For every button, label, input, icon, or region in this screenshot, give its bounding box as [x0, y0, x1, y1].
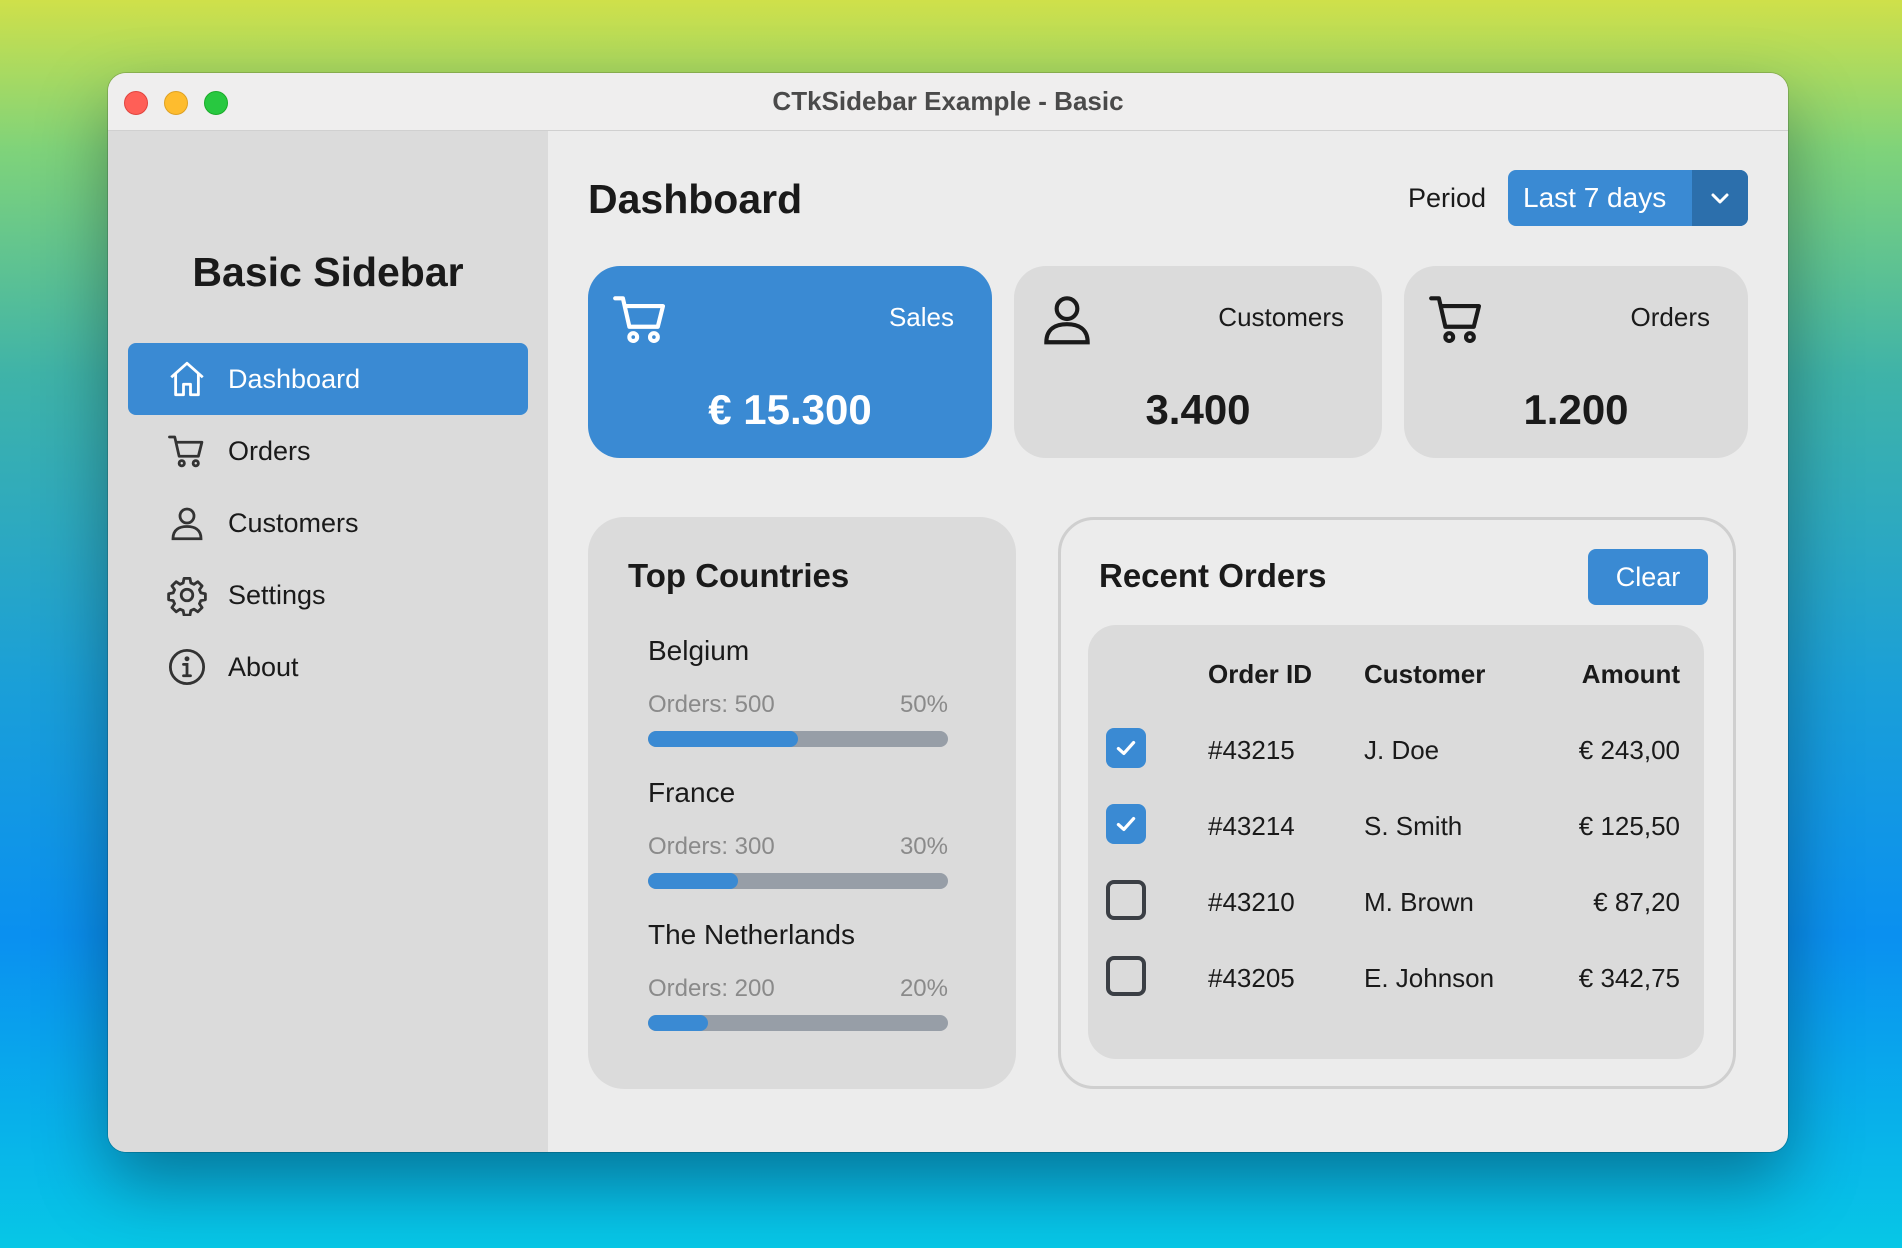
- row-checkbox[interactable]: [1106, 956, 1146, 996]
- progress-fill: [648, 1015, 708, 1031]
- gear-icon: [167, 576, 207, 616]
- order-customer: M. Brown: [1364, 887, 1474, 917]
- progress-fill: [648, 731, 798, 747]
- sidebar: Basic Sidebar Dashboard Orders Customers…: [108, 131, 548, 1152]
- cart-icon: [1429, 296, 1482, 344]
- order-id: #43214: [1208, 811, 1295, 841]
- order-amount: € 87,20: [1593, 887, 1680, 917]
- user-icon: [171, 507, 203, 541]
- order-id: #43205: [1208, 963, 1295, 993]
- sidebar-item-orders[interactable]: Orders: [128, 415, 528, 487]
- column-header-order-id: Order ID: [1208, 659, 1313, 689]
- panel-title: Top Countries: [628, 557, 850, 594]
- country-orders: Orders: 300: [648, 833, 775, 860]
- order-id: #43215: [1208, 735, 1295, 765]
- progress-fill: [648, 873, 738, 889]
- row-checkbox[interactable]: [1106, 804, 1146, 844]
- sidebar-item-label: Customers: [228, 507, 359, 538]
- country-orders: Orders: 200: [648, 975, 775, 1002]
- period-label: Period: [1408, 183, 1487, 213]
- panel-title: Recent Orders: [1099, 557, 1327, 594]
- stat-card-customers: Customers 3.400: [1014, 266, 1382, 458]
- country-percent: 50%: [899, 691, 948, 718]
- stat-value: € 15.300: [708, 386, 872, 433]
- stat-label: Customers: [1218, 302, 1344, 332]
- orders-table: Order ID Customer Amount #43215 J. Doe €…: [1088, 625, 1704, 1059]
- top-countries-panel: Top Countries Belgium Orders: 500 50% Fr…: [588, 517, 1016, 1089]
- progress-bar: [648, 873, 948, 889]
- order-id: #43210: [1208, 887, 1295, 917]
- checkmark-icon: [1116, 740, 1136, 756]
- sidebar-item-dashboard[interactable]: Dashboard: [128, 343, 528, 415]
- country-percent: 20%: [899, 975, 948, 1002]
- clear-button[interactable]: Clear: [1588, 549, 1708, 605]
- order-amount: € 342,75: [1578, 963, 1680, 993]
- sidebar-title: Basic Sidebar: [192, 249, 464, 295]
- period-dropdown-value: Last 7 days: [1523, 182, 1667, 213]
- row-checkbox[interactable]: [1106, 880, 1146, 920]
- main-content: Dashboard Period Last 7 days Sales € 15.…: [548, 131, 1788, 1152]
- sidebar-item-customers[interactable]: Customers: [128, 487, 528, 559]
- country-item: Belgium Orders: 500 50%: [648, 635, 948, 747]
- row-checkbox[interactable]: [1106, 728, 1146, 768]
- title-bar: CTkSidebar Example - Basic: [108, 73, 1788, 131]
- stat-label: Sales: [888, 302, 954, 332]
- recent-orders-panel: Recent Orders Clear Order ID Customer Am…: [1058, 517, 1736, 1089]
- minimize-window-button[interactable]: [164, 91, 188, 115]
- order-customer: S. Smith: [1364, 811, 1463, 841]
- sidebar-item-label: About: [228, 651, 299, 682]
- app-window: CTkSidebar Example - Basic Basic Sidebar…: [108, 73, 1788, 1152]
- home-icon: [170, 361, 204, 397]
- order-customer: E. Johnson: [1364, 963, 1495, 993]
- checkmark-icon: [1116, 816, 1136, 832]
- column-header-customer: Customer: [1364, 659, 1486, 689]
- order-amount: € 125,50: [1578, 811, 1680, 841]
- column-header-amount: Amount: [1581, 659, 1680, 689]
- sidebar-item-label: Settings: [228, 579, 326, 610]
- sidebar-item-settings[interactable]: Settings: [128, 559, 528, 631]
- user-icon: [1044, 296, 1090, 345]
- sidebar-item-label: Dashboard: [228, 363, 361, 394]
- page-title: Dashboard: [588, 176, 803, 222]
- info-icon: [168, 648, 206, 686]
- close-window-button[interactable]: [124, 91, 148, 115]
- cart-icon: [613, 296, 666, 344]
- stat-card-sales: Sales € 15.300: [588, 266, 992, 458]
- country-name: France: [648, 777, 736, 808]
- sidebar-item-about[interactable]: About: [128, 631, 528, 703]
- country-name: Belgium: [648, 635, 750, 666]
- stat-value: 1.200: [1523, 386, 1629, 433]
- sidebar-item-label: Orders: [228, 435, 311, 466]
- period-dropdown[interactable]: Last 7 days: [1508, 170, 1748, 226]
- country-percent: 30%: [899, 833, 948, 860]
- country-item: France Orders: 300 30%: [648, 777, 948, 889]
- country-name: The Netherlands: [648, 919, 856, 950]
- order-customer: J. Doe: [1364, 735, 1440, 765]
- window-title: CTkSidebar Example - Basic: [772, 86, 1124, 116]
- stat-label: Orders: [1630, 302, 1710, 332]
- progress-bar: [648, 731, 948, 747]
- stat-card-orders: Orders 1.200: [1404, 266, 1748, 458]
- stat-value: 3.400: [1145, 386, 1251, 433]
- maximize-window-button[interactable]: [204, 91, 228, 115]
- country-orders: Orders: 500: [648, 691, 775, 718]
- country-item: The Netherlands Orders: 200 20%: [648, 919, 948, 1031]
- window-controls: [124, 91, 228, 115]
- chevron-down-icon[interactable]: [1692, 170, 1748, 226]
- progress-bar: [648, 1015, 948, 1031]
- cart-icon: [168, 435, 204, 468]
- order-amount: € 243,00: [1578, 735, 1680, 765]
